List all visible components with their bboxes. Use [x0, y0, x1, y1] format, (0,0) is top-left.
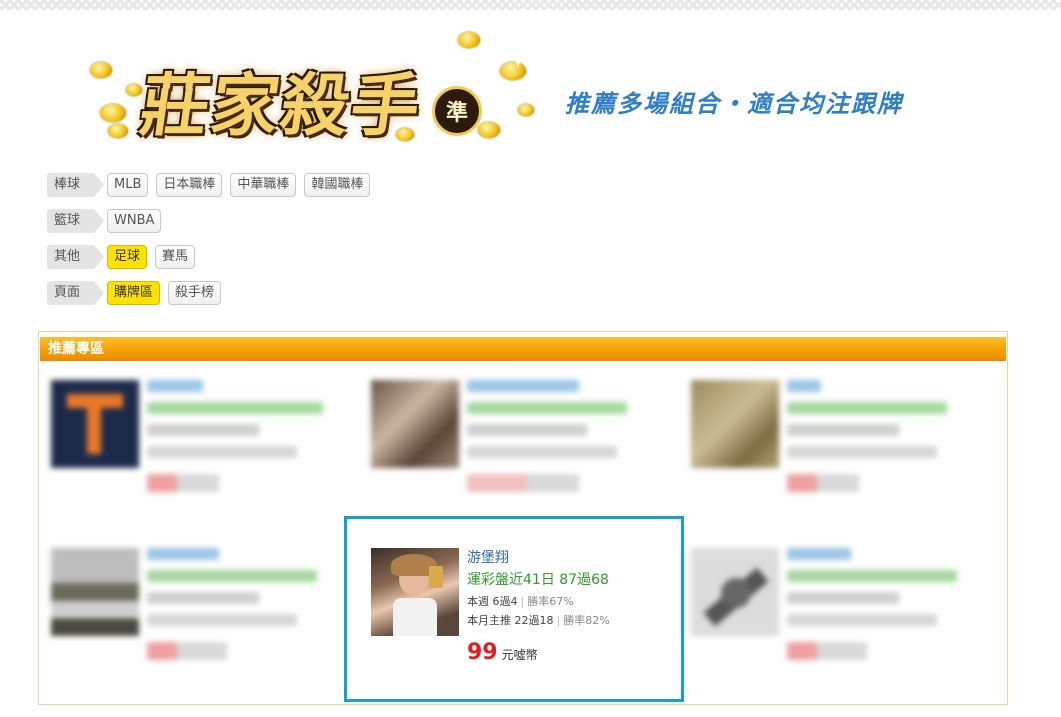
avatar[interactable]	[51, 380, 139, 468]
tag-purchase-area[interactable]: 購牌區	[107, 281, 161, 305]
expert-info	[147, 548, 377, 670]
coin-icon	[100, 104, 126, 122]
category-row-other: 其他 足球 賽馬	[47, 244, 203, 270]
coin-icon	[108, 124, 128, 138]
tag-kbo[interactable]: 韓國職棒	[304, 173, 371, 197]
coin-icon	[518, 104, 534, 116]
category-row-page: 頁面 購牌區 殺手榜	[47, 280, 229, 306]
logo-title: 莊家殺手	[135, 66, 427, 146]
avatar[interactable]	[51, 548, 139, 636]
expert-card[interactable]	[691, 380, 1011, 530]
expert-card[interactable]	[51, 548, 371, 698]
expert-info	[467, 380, 697, 502]
top-border-decoration	[0, 0, 1061, 10]
tag-horse-racing[interactable]: 賽馬	[155, 245, 196, 269]
category-label: 頁面	[47, 281, 105, 305]
selection-highlight	[344, 516, 684, 702]
coin-icon	[478, 122, 500, 138]
expert-card[interactable]	[691, 548, 1011, 698]
avatar[interactable]	[691, 548, 779, 636]
category-row-basketball: 籃球 WNBA	[47, 208, 169, 234]
avatar[interactable]	[691, 380, 779, 468]
expert-card[interactable]	[51, 380, 371, 530]
expert-info	[787, 548, 1017, 670]
tag-npb[interactable]: 日本職棒	[156, 173, 223, 197]
tag-mlb[interactable]: MLB	[107, 173, 149, 197]
category-label: 棒球	[47, 173, 105, 197]
sparkle-icon: ✦	[508, 46, 529, 74]
logo-badge: 準	[432, 86, 482, 136]
expert-info	[147, 380, 377, 502]
panel-title: 推薦專區	[40, 337, 1006, 361]
category-label: 籃球	[47, 209, 105, 233]
expert-info	[787, 380, 1017, 502]
tag-killer-ranking[interactable]: 殺手榜	[168, 281, 222, 305]
slogan: 推薦多場組合・適合均注跟牌	[565, 90, 903, 118]
tag-cpbl[interactable]: 中華職棒	[230, 173, 297, 197]
category-row-baseball: 棒球 MLB 日本職棒 中華職棒 韓國職棒	[47, 172, 378, 198]
category-label: 其他	[47, 245, 105, 269]
avatar[interactable]	[371, 380, 459, 468]
site-logo[interactable]: ✦ 莊家殺手 準	[80, 24, 550, 164]
coin-icon	[126, 84, 142, 96]
tag-soccer[interactable]: 足球	[107, 245, 148, 269]
tag-wnba[interactable]: WNBA	[107, 209, 162, 233]
coin-icon	[90, 62, 112, 78]
coin-icon	[458, 32, 480, 48]
expert-card[interactable]	[371, 380, 691, 530]
